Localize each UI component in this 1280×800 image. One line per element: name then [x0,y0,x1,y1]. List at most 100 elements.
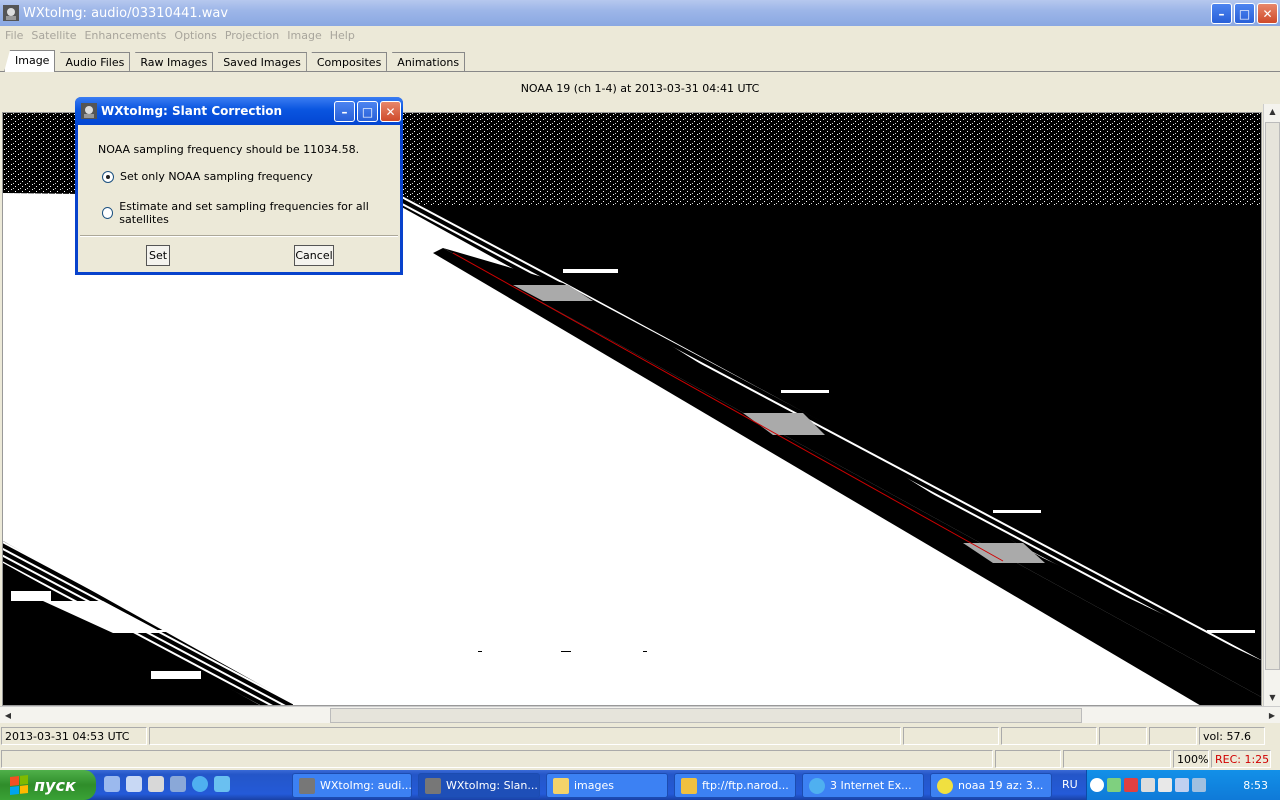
tray-icon-6[interactable] [1175,778,1189,792]
task-label: WXtoImg: audi... [320,779,412,792]
status-field-8 [1063,750,1171,768]
wxtoimg-app-icon [3,5,19,21]
image-caption: NOAA 19 (ch 1-4) at 2013-03-31 04:41 UTC [520,82,760,95]
status-time: 2013-03-31 04:53 UTC [1,727,147,745]
maximize-button[interactable]: □ [1234,3,1255,24]
quicklaunch-icon-2[interactable] [126,776,142,792]
radio-unselected-icon[interactable] [102,207,114,219]
task-wxtoimg-main[interactable]: WXtoImg: audi... [292,773,412,798]
security-icon[interactable] [1124,778,1138,792]
quicklaunch-icon-3[interactable] [148,776,164,792]
status-bar-bottom: 100% REC: 1:25 [0,749,1280,769]
set-button[interactable]: Set [146,245,170,266]
quick-launch [104,776,230,792]
radio-label-1: Set only NOAA sampling frequency [120,170,313,183]
tray-expand-icon[interactable] [1090,778,1104,792]
close-button[interactable]: ✕ [1257,3,1278,24]
menu-image[interactable]: Image [287,29,321,42]
window-title: WXtoImg: audio/03310441.wav [23,5,229,21]
dialog-titlebar[interactable]: WXtoImg: Slant Correction – □ ✕ [75,97,403,125]
window-titlebar[interactable]: WXtoImg: audio/03310441.wav – □ ✕ [0,0,1280,26]
scroll-down-icon[interactable]: ▼ [1264,690,1280,706]
scroll-up-icon[interactable]: ▲ [1264,104,1280,120]
radio-option-all-satellites[interactable]: Estimate and set sampling frequencies fo… [102,200,400,226]
dialog-message: NOAA sampling frequency should be 11034.… [98,143,360,156]
task-noaa-tracker[interactable]: noaa 19 az: 3... [930,773,1052,798]
task-label: noaa 19 az: 3... [958,779,1044,792]
task-label: images [574,779,614,792]
windows-logo-icon [10,775,28,795]
dialog-body: NOAA sampling frequency should be 11034.… [78,125,400,272]
task-label: ftp://ftp.narod... [702,779,789,792]
status-field-6 [1,750,993,768]
scroll-left-icon[interactable]: ◀ [0,707,16,724]
status-field-4 [1099,727,1147,745]
task-internet-explorer[interactable]: 3 Internet Ex... [802,773,924,798]
language-indicator[interactable]: RU [1062,778,1078,791]
tab-bar: Image Audio Files Raw Images Saved Image… [0,50,466,72]
tray-icon-5[interactable] [1158,778,1172,792]
tab-animations[interactable]: Animations [386,52,466,72]
wxtoimg-task-icon [299,777,315,794]
status-rec: REC: 1:25 [1211,750,1271,768]
close-icon: ✕ [385,104,396,119]
horizontal-scroll-thumb[interactable] [330,708,1082,723]
menu-help[interactable]: Help [330,29,355,42]
menu-options[interactable]: Options [174,29,216,42]
tab-saved-images[interactable]: Saved Images [212,52,307,72]
wxtoimg-task-icon [425,777,441,794]
dialog-maximize-button[interactable]: □ [357,101,378,122]
dialog-separator [80,235,398,237]
radio-selected-icon[interactable] [102,170,114,183]
status-field-5 [1149,727,1197,745]
maximize-icon: □ [361,104,374,119]
menu-satellite[interactable]: Satellite [31,29,76,42]
volume-icon[interactable] [1141,778,1155,792]
scroll-right-icon[interactable]: ▶ [1264,707,1280,724]
task-label: 3 Internet Ex... [830,779,912,792]
ie-icon [809,777,825,794]
status-bar-top: 2013-03-31 04:53 UTC vol: 57.6 [0,726,1280,746]
network-icon[interactable] [1107,778,1121,792]
radio-label-2: Estimate and set sampling frequencies fo… [119,200,369,226]
dialog-minimize-button[interactable]: – [334,101,355,122]
minimize-icon: – [341,104,348,119]
status-field-3 [1001,727,1097,745]
menu-enhancements[interactable]: Enhancements [84,29,166,42]
radio-option-noaa-only[interactable]: Set only NOAA sampling frequency [102,170,313,183]
wxtoimg-dialog-icon [81,103,97,119]
maximize-icon: □ [1238,6,1251,21]
task-images-folder[interactable]: images [546,773,668,798]
tray-icon-7[interactable] [1192,778,1206,792]
close-icon: ✕ [1262,6,1273,21]
minimize-icon: – [1218,6,1225,21]
dialog-close-button[interactable]: ✕ [380,101,401,122]
status-field-1 [149,727,901,745]
status-field-2 [903,727,999,745]
status-zoom: 100% [1173,750,1209,768]
ftp-folder-icon [681,777,697,794]
vertical-scrollbar[interactable]: ▲ ▼ [1263,104,1280,706]
quicklaunch-icon-1[interactable] [104,776,120,792]
quicklaunch-icon-4[interactable] [170,776,186,792]
cancel-button[interactable]: Cancel [294,245,334,266]
menu-projection[interactable]: Projection [225,29,279,42]
taskbar: пуск WXtoImg: audi... WXtoImg: Slan... i… [0,770,1280,800]
satellite-tracker-icon [937,777,953,794]
tab-image[interactable]: Image [4,50,56,72]
clock[interactable]: 8:53 [1243,779,1268,792]
tab-composites[interactable]: Composites [305,52,388,72]
ie-icon[interactable] [192,776,208,792]
minimize-button[interactable]: – [1211,3,1232,24]
start-button[interactable]: пуск [0,770,96,800]
task-wxtoimg-slant[interactable]: WXtoImg: Slan... [418,773,540,798]
tab-audio-files[interactable]: Audio Files [54,52,131,72]
menu-file[interactable]: File [5,29,23,42]
tab-raw-images[interactable]: Raw Images [129,52,214,72]
status-volume: vol: 57.6 [1199,727,1265,745]
task-ftp[interactable]: ftp://ftp.narod... [674,773,796,798]
horizontal-scrollbar[interactable]: ◀ ▶ [0,706,1280,723]
vertical-scroll-thumb[interactable] [1265,122,1280,670]
quicklaunch-icon-6[interactable] [214,776,230,792]
task-label: WXtoImg: Slan... [446,779,538,792]
